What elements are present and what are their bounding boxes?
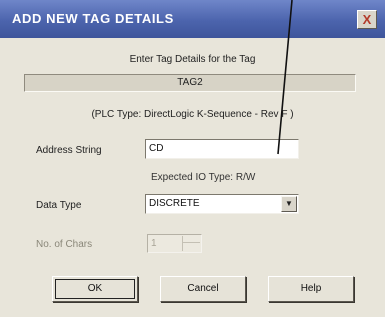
dialog-window: ADD NEW TAG DETAILS X Enter Tag Details … xyxy=(0,0,385,317)
annotation-pointer-line xyxy=(277,0,293,155)
